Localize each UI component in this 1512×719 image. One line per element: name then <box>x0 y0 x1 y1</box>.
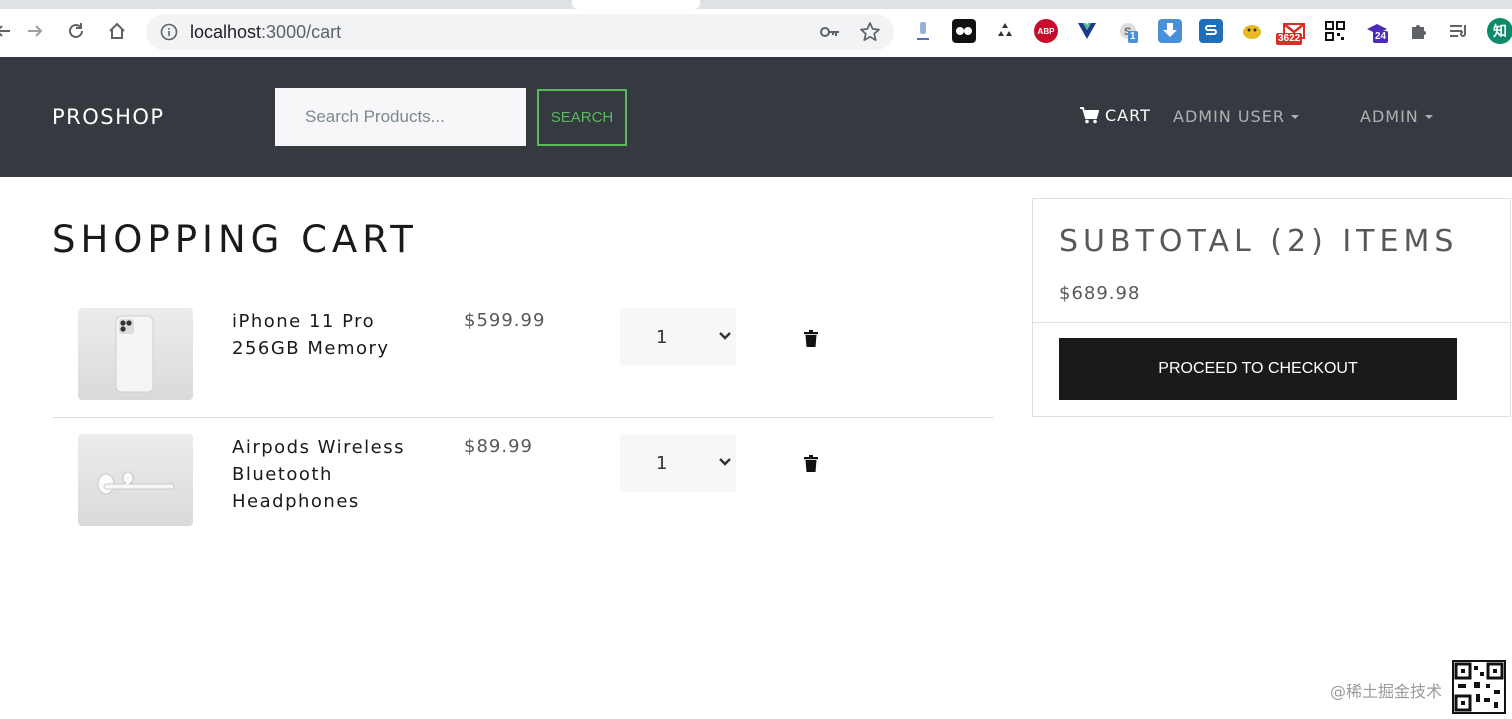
caret-down-icon <box>1290 114 1299 119</box>
puzzle-extension-icon[interactable] <box>1406 19 1430 43</box>
adblock-plus-extension-icon[interactable]: ABP <box>1034 19 1058 43</box>
url-path: :3000/cart <box>261 22 342 42</box>
tapermonkey-extension-icon[interactable] <box>1240 19 1264 43</box>
user-dropdown-label: ADMIN USER <box>1173 107 1285 126</box>
summary-divider <box>1033 322 1510 323</box>
nav-cart-link[interactable]: CART <box>1080 106 1151 125</box>
brand-logo[interactable]: PROSHOP <box>52 105 165 129</box>
reading-list-icon[interactable] <box>1447 19 1471 43</box>
back-icon[interactable] <box>0 18 16 44</box>
chevron-down-icon <box>719 458 731 466</box>
product-name-link[interactable]: iPhone 11 Pro 256GB Memory <box>232 308 432 362</box>
active-tab[interactable] <box>572 0 700 9</box>
bookmark-star-icon[interactable] <box>859 21 881 47</box>
recycle-extension-icon[interactable] <box>993 19 1017 43</box>
home-icon[interactable] <box>104 18 130 44</box>
key-icon[interactable] <box>820 23 840 45</box>
subtotal-title: SUBTOTAL (2) ITEMS <box>1059 224 1459 259</box>
quantity-select[interactable]: 1 <box>620 308 736 366</box>
admin-dropdown-label: ADMIN <box>1360 107 1419 126</box>
watermark-qr-code <box>1452 660 1506 714</box>
admin-dropdown[interactable]: ADMIN <box>1360 107 1433 126</box>
tampermonkey-extension-icon[interactable] <box>952 19 976 43</box>
forward-icon[interactable] <box>22 18 48 44</box>
product-image-airpods[interactable] <box>78 434 193 526</box>
url-text[interactable]: localhost:3000/cart <box>190 22 341 43</box>
browser-chrome: localhost:3000/cart ABP S 1 3622 <box>0 0 1512 57</box>
search-input[interactable] <box>275 88 526 146</box>
user-dropdown[interactable]: ADMIN USER <box>1173 107 1299 126</box>
order-summary-card: SUBTOTAL (2) ITEMS $689.98 PROCEED TO CH… <box>1032 198 1511 417</box>
nav-cart-label: CART <box>1105 106 1151 125</box>
academic-extension-icon[interactable]: 24 <box>1365 19 1389 43</box>
qr-code-extension-icon[interactable] <box>1323 19 1347 43</box>
shopping-cart-icon <box>1080 107 1099 124</box>
page-title: SHOPPING CART <box>52 218 418 261</box>
sizzy-extension-icon[interactable] <box>1199 19 1223 43</box>
site-navbar: PROSHOP SEARCH CART ADMIN USER ADMIN <box>0 57 1512 177</box>
vue-devtools-extension-icon[interactable] <box>1075 19 1099 43</box>
cart-item-row: Airpods Wireless Bluetooth Headphones $8… <box>52 418 994 538</box>
proceed-to-checkout-button[interactable]: PROCEED TO CHECKOUT <box>1059 338 1457 400</box>
product-price: $599.99 <box>464 310 546 331</box>
reload-icon[interactable] <box>63 18 89 44</box>
quantity-value: 1 <box>656 326 668 348</box>
product-image-iphone[interactable] <box>78 308 193 400</box>
site-info-icon[interactable] <box>160 23 178 45</box>
trash-icon[interactable] <box>804 455 818 476</box>
caret-down-icon <box>1424 114 1433 119</box>
pin-extension-icon[interactable] <box>911 19 935 43</box>
product-name-link[interactable]: Airpods Wireless Bluetooth Headphones <box>232 434 432 515</box>
product-price: $89.99 <box>464 436 533 457</box>
cart-item-row: iPhone 11 Pro 256GB Memory $599.99 1 <box>52 292 994 418</box>
quantity-select[interactable]: 1 <box>620 434 736 492</box>
subtotal-amount: $689.98 <box>1059 283 1141 304</box>
download-extension-icon[interactable] <box>1158 19 1182 43</box>
address-bar[interactable]: localhost:3000/cart <box>146 14 894 50</box>
url-host: localhost <box>190 22 262 42</box>
tab-strip <box>0 0 1512 9</box>
search-button[interactable]: SEARCH <box>537 89 627 146</box>
trash-icon[interactable] <box>804 330 818 351</box>
watermark-text: @稀土掘金技术 <box>1330 682 1443 701</box>
s-extension-icon[interactable]: S 1 <box>1116 19 1140 43</box>
quantity-value: 1 <box>656 452 668 474</box>
gmail-extension-icon[interactable]: 3622 <box>1276 19 1306 45</box>
chevron-down-icon <box>719 332 731 340</box>
zhihu-extension-icon[interactable]: 知 <box>1487 18 1512 44</box>
